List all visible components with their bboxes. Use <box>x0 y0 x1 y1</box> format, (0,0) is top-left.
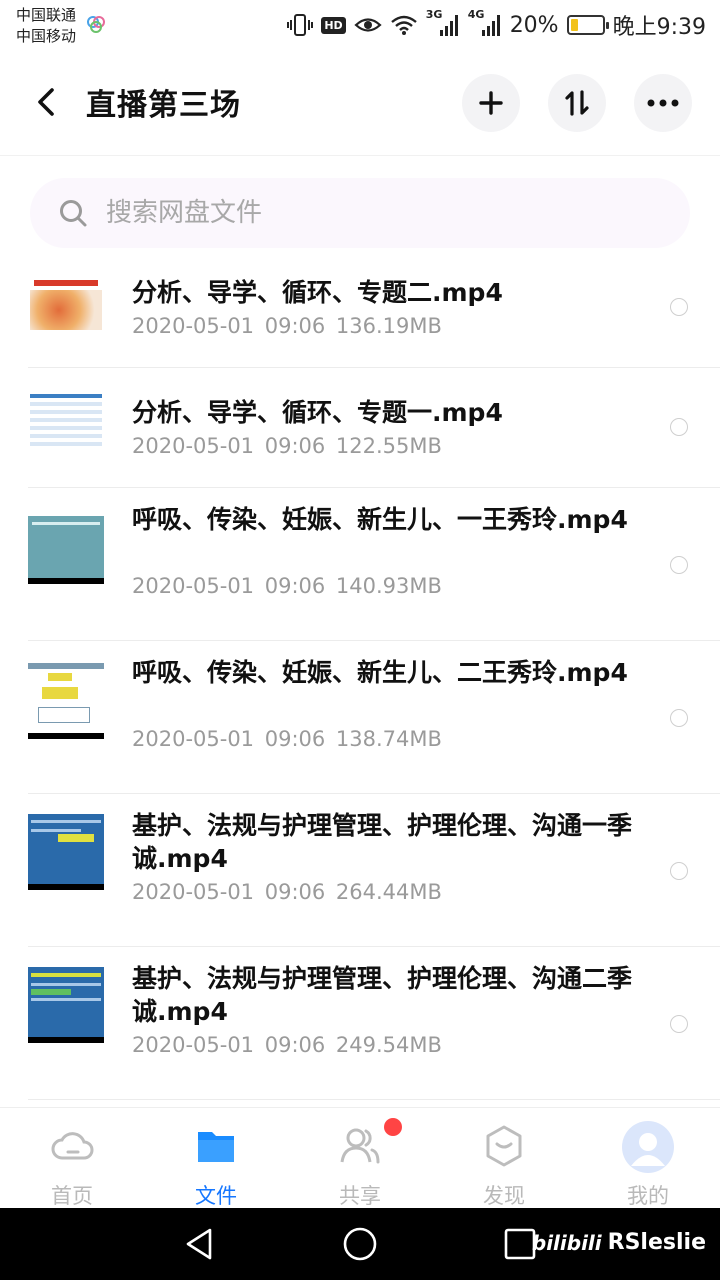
file-name: 呼吸、传染、妊娠、新生儿、二王秀玲.mp4 <box>132 658 628 687</box>
app-header: 直播第三场 <box>0 50 720 156</box>
file-row[interactable]: 呼吸、传染、妊娠、新生儿、一王秀玲.mp4 2020-05-01 09:06 1… <box>28 488 720 641</box>
plus-icon <box>479 91 503 115</box>
notification-badge <box>384 1118 402 1136</box>
tab-label: 文件 <box>195 1184 237 1208</box>
select-radio[interactable] <box>670 418 688 436</box>
carrier-1: 中国联通 <box>16 6 77 24</box>
file-name: 基护、法规与护理管理、护理伦理、沟通二季诚.mp4 <box>132 964 633 1026</box>
bottom-tab-bar: 首页 文件 共享 发现 我的 <box>0 1107 720 1208</box>
search-input[interactable] <box>106 198 606 228</box>
tab-share[interactable]: 共享 <box>288 1108 432 1208</box>
file-name: 分析、导学、循环、专题一.mp4 <box>132 398 503 427</box>
add-button[interactable] <box>462 74 520 132</box>
wifi-icon <box>390 15 417 35</box>
file-meta: 2020-05-01 09:06 138.74MB <box>132 727 442 751</box>
search-bar[interactable] <box>30 178 690 248</box>
video-thumbnail <box>28 270 104 334</box>
video-thumbnail <box>28 967 104 1043</box>
file-row[interactable]: 分析、导学、循环、专题二.mp4 2020-05-01 09:06 136.19… <box>28 250 720 368</box>
carrier-logo-icon <box>87 16 105 33</box>
bilibili-logo: bilibili <box>531 1230 602 1255</box>
avatar-icon <box>622 1121 674 1173</box>
video-thumbnail <box>28 390 104 454</box>
file-name: 分析、导学、循环、专题二.mp4 <box>132 278 503 307</box>
cloud-icon <box>51 1132 94 1160</box>
video-thumbnail <box>28 814 104 890</box>
tab-label: 首页 <box>51 1184 93 1208</box>
select-radio[interactable] <box>670 556 688 574</box>
sort-button[interactable] <box>548 74 606 132</box>
tab-label: 共享 <box>339 1184 381 1208</box>
more-dots-icon <box>647 99 679 107</box>
signal-3g-icon: 3G <box>426 8 460 38</box>
more-button[interactable] <box>634 74 692 132</box>
folder-icon <box>198 1132 234 1162</box>
select-radio[interactable] <box>670 298 688 316</box>
sort-icon <box>565 90 589 116</box>
file-row[interactable]: 分析、导学、循环、专题一.mp4 2020-05-01 09:06 122.55… <box>28 368 720 488</box>
watermark: bilibili RSleslie <box>532 1230 706 1255</box>
people-icon <box>340 1128 380 1164</box>
page-title: 直播第三场 <box>86 88 241 123</box>
nav-back-icon[interactable] <box>182 1226 218 1262</box>
file-row[interactable]: 基护、法规与护理管理、护理伦理、沟通二季诚.mp4 2020-05-01 09:… <box>28 947 720 1100</box>
select-radio[interactable] <box>670 709 688 727</box>
clock: 晚上9:39 <box>612 15 706 40</box>
file-row[interactable]: 基护、法规与护理管理、护理伦理、沟通一季诚.mp4 2020-05-01 09:… <box>28 794 720 947</box>
discover-icon <box>486 1125 522 1167</box>
nav-home-icon[interactable] <box>342 1226 378 1262</box>
file-meta: 2020-05-01 09:06 136.19MB <box>132 314 442 338</box>
signal-4g-icon: 4G <box>468 8 502 38</box>
search-icon <box>60 200 87 227</box>
select-radio[interactable] <box>670 1015 688 1033</box>
tab-home[interactable]: 首页 <box>0 1108 144 1208</box>
file-name: 基护、法规与护理管理、护理伦理、沟通一季诚.mp4 <box>132 811 633 873</box>
carrier-2: 中国移动 <box>16 27 77 45</box>
video-thumbnail <box>28 516 104 584</box>
file-row[interactable]: 呼吸、传染、妊娠、新生儿、二王秀玲.mp4 2020-05-01 09:06 1… <box>28 641 720 794</box>
status-bar: 中国联通 中国移动 HD 3G 4G 20% 晚上9:39 <box>0 0 720 50</box>
tab-label: 我的 <box>627 1184 669 1208</box>
select-radio[interactable] <box>670 862 688 880</box>
watermark-user: RSleslie <box>607 1230 706 1255</box>
file-meta: 2020-05-01 09:06 264.44MB <box>132 880 442 904</box>
vibrate-icon <box>287 14 314 36</box>
video-thumbnail <box>28 663 104 739</box>
battery-level <box>570 19 578 31</box>
carrier-info: 中国联通 中国移动 <box>16 5 76 47</box>
back-arrow-icon[interactable] <box>30 82 64 122</box>
file-name: 呼吸、传染、妊娠、新生儿、一王秀玲.mp4 <box>132 505 628 534</box>
file-meta: 2020-05-01 09:06 249.54MB <box>132 1033 442 1057</box>
tab-discover[interactable]: 发现 <box>432 1108 576 1208</box>
file-list: 分析、导学、循环、专题二.mp4 2020-05-01 09:06 136.19… <box>0 250 720 1100</box>
battery-icon <box>566 15 609 35</box>
status-icons: HD 3G 4G 20% 晚上9:39 <box>287 8 706 40</box>
file-meta: 2020-05-01 09:06 140.93MB <box>132 574 442 598</box>
system-nav-bar: bilibili RSleslie <box>0 1208 720 1280</box>
eye-icon <box>354 18 382 32</box>
tab-mine[interactable]: 我的 <box>576 1108 720 1208</box>
tab-files[interactable]: 文件 <box>144 1108 288 1208</box>
battery-percent: 20% <box>509 12 559 38</box>
tab-label: 发现 <box>483 1184 525 1208</box>
hd-badge: HD <box>321 16 346 34</box>
file-meta: 2020-05-01 09:06 122.55MB <box>132 434 442 458</box>
